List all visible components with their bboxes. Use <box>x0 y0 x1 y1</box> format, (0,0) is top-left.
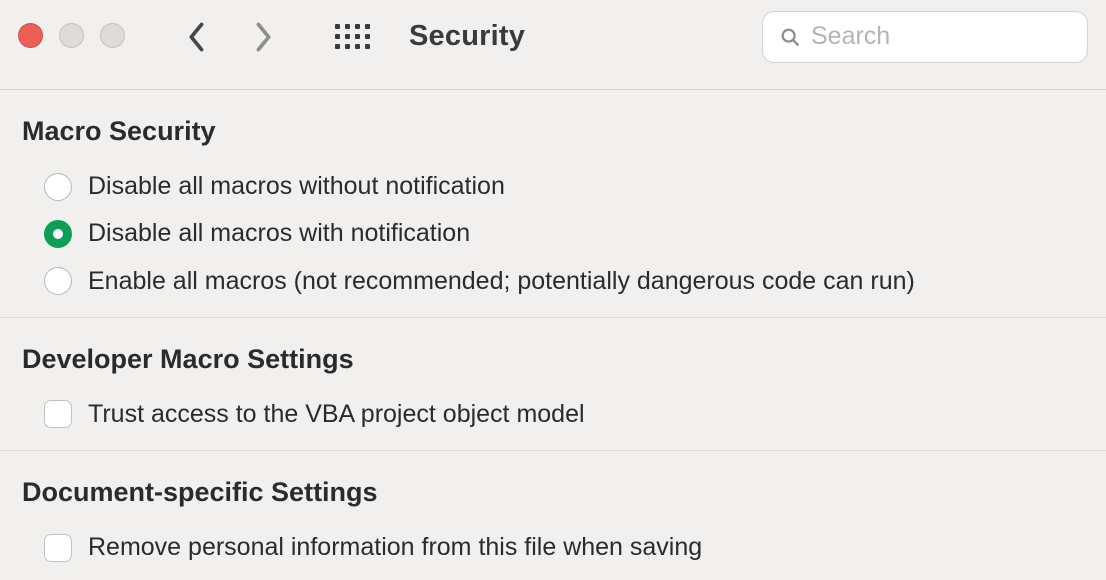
section-title-macro-security: Macro Security <box>22 116 1084 147</box>
search-placeholder: Search <box>811 22 890 51</box>
window-minimize-button[interactable] <box>59 23 84 48</box>
radio-option-disable-without-notification[interactable]: Disable all macros without notification <box>22 163 1084 210</box>
section-macro-security: Macro Security Disable all macros withou… <box>0 90 1106 318</box>
toolbar: Security Search <box>0 0 1106 90</box>
section-developer-macro-settings: Developer Macro Settings Trust access to… <box>0 318 1106 451</box>
radio-label: Disable all macros with notification <box>88 218 470 249</box>
radio-icon <box>44 267 72 295</box>
window-zoom-button[interactable] <box>100 23 125 48</box>
checkbox-icon <box>44 534 72 562</box>
radio-option-enable-all[interactable]: Enable all macros (not recommended; pote… <box>22 258 1084 305</box>
show-all-grid-button[interactable] <box>335 20 369 54</box>
page-title: Security <box>409 20 525 53</box>
search-icon <box>779 26 801 48</box>
section-document-specific: Document-specific Settings Remove person… <box>0 451 1106 580</box>
radio-icon <box>44 220 72 248</box>
search-input[interactable]: Search <box>762 11 1088 63</box>
nav-forward-button[interactable] <box>249 23 277 51</box>
nav-back-button[interactable] <box>183 23 211 51</box>
checkbox-label: Remove personal information from this fi… <box>88 532 702 563</box>
window-controls <box>18 23 125 48</box>
window-close-button[interactable] <box>18 23 43 48</box>
radio-option-disable-with-notification[interactable]: Disable all macros with notification <box>22 210 1084 257</box>
checkbox-option-remove-personal-info[interactable]: Remove personal information from this fi… <box>22 524 1084 571</box>
nav-buttons <box>183 23 277 51</box>
radio-label: Enable all macros (not recommended; pote… <box>88 266 915 297</box>
checkbox-icon <box>44 400 72 428</box>
radio-icon <box>44 173 72 201</box>
checkbox-option-trust-vba[interactable]: Trust access to the VBA project object m… <box>22 391 1084 438</box>
section-title-developer: Developer Macro Settings <box>22 344 1084 375</box>
checkbox-label: Trust access to the VBA project object m… <box>88 399 585 430</box>
section-title-document-specific: Document-specific Settings <box>22 477 1084 508</box>
radio-label: Disable all macros without notification <box>88 171 505 202</box>
